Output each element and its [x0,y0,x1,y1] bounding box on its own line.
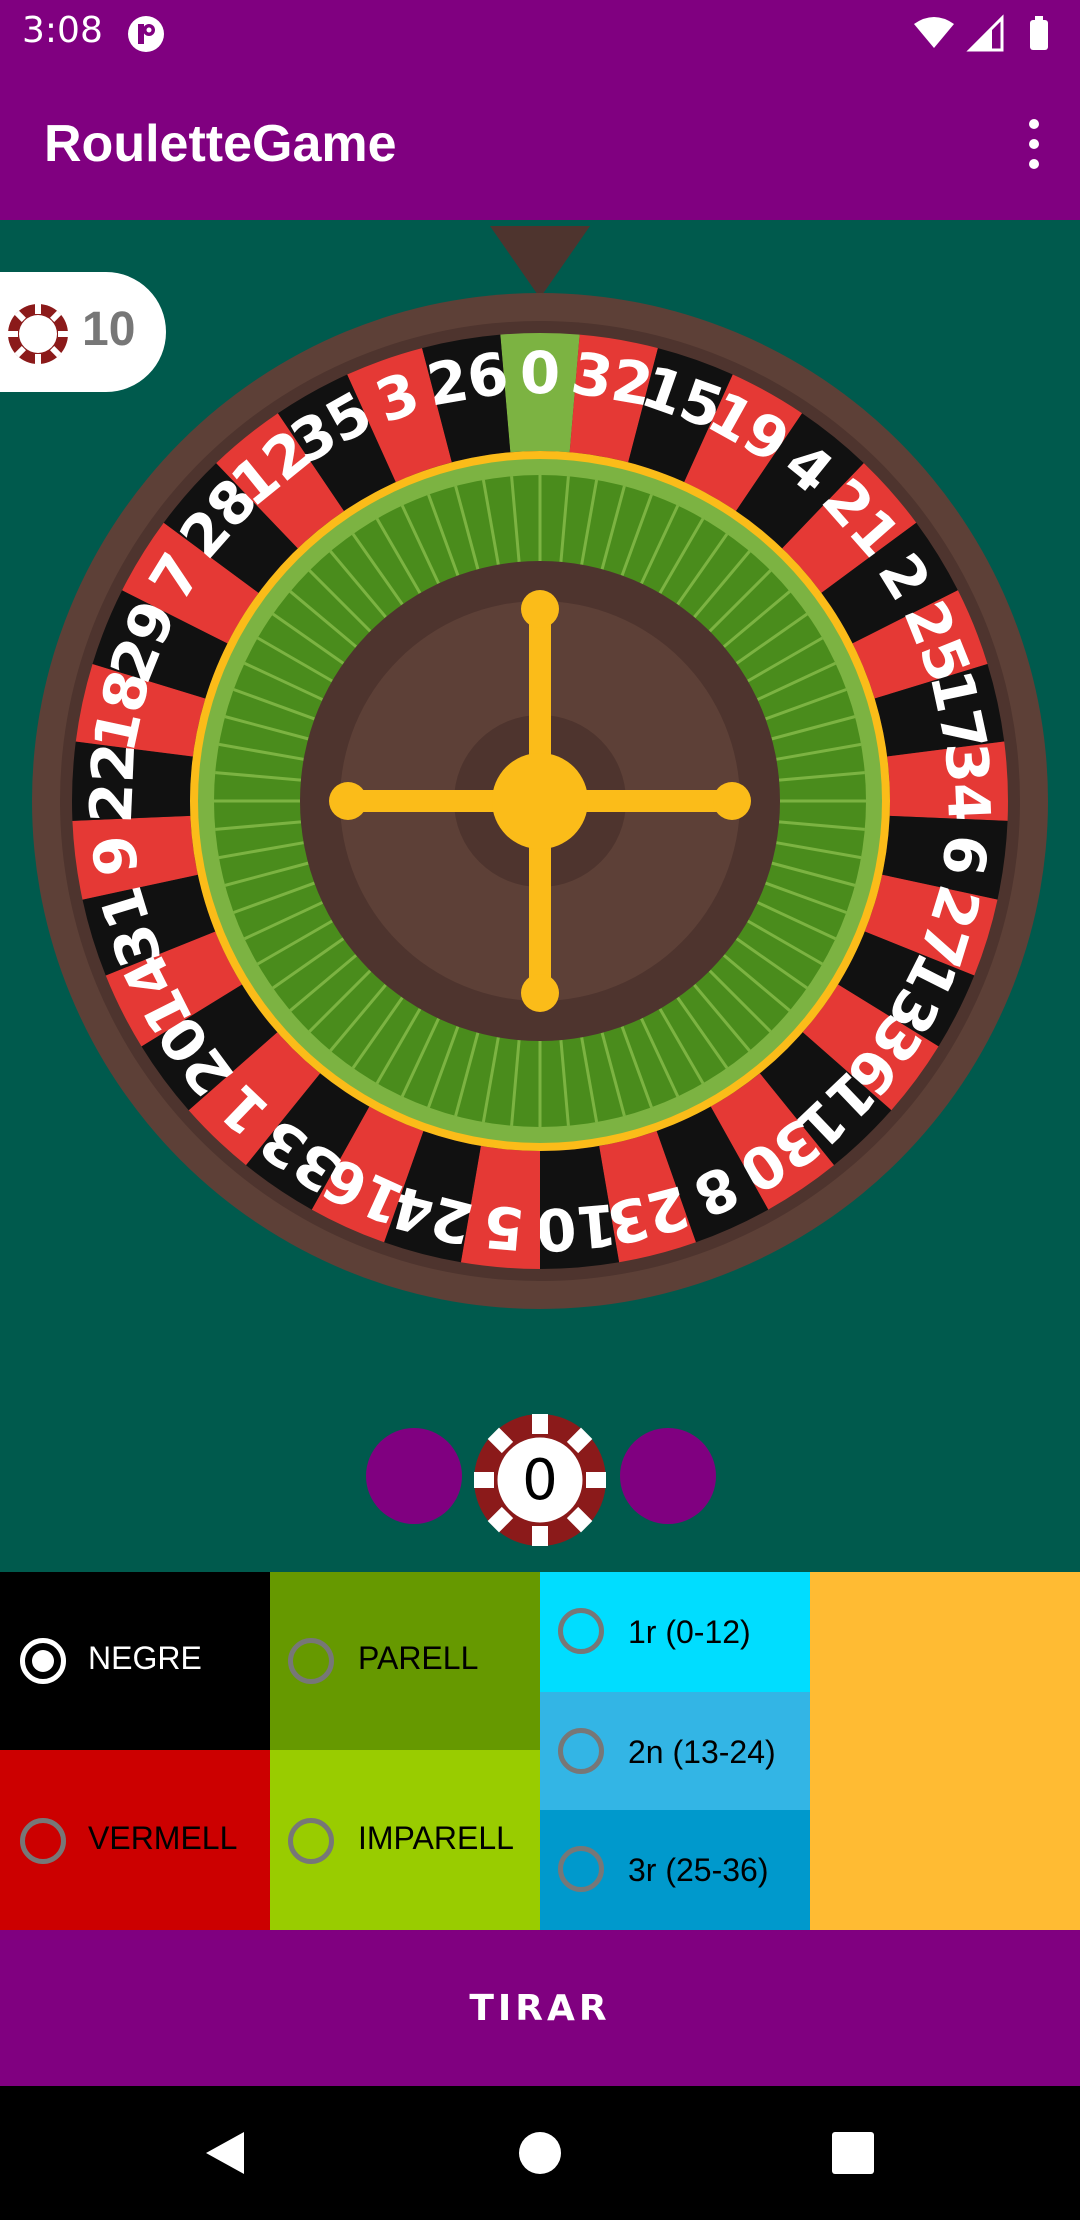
radio-parell[interactable] [288,1638,334,1684]
roulette-wheel: 0 321519421225173462713361130823105241633… [32,226,1048,1309]
bet-imparell[interactable]: IMPARELL [270,1750,540,1930]
wheel-pointer [490,226,590,298]
chip-decrease-button[interactable] [366,1428,462,1524]
back-icon[interactable] [200,2128,250,2178]
spin-button[interactable]: TIRAR [0,1930,1080,2086]
bet-parell[interactable]: PARELL [270,1572,540,1750]
label-negre: NEGRE [88,1640,202,1676]
coin-chip-icon [8,304,68,364]
app-title: RouletteGame [44,115,397,173]
radio-dozen-3[interactable] [558,1846,604,1892]
label-dozen-3: 3r (25-36) [628,1852,769,1888]
label-dozen-1: 1r (0-12) [628,1614,751,1650]
bet-vermell[interactable]: VERMELL [0,1750,270,1930]
wheel-number-label: 6 [928,831,1001,880]
coin-count: 10 [82,303,136,356]
notification-app-icon [128,16,164,52]
radio-imparell[interactable] [288,1818,334,1864]
wheel-number-label: 5 [481,1192,527,1263]
wheel-number-label: 26 [422,339,513,420]
label-parell: PARELL [358,1640,479,1676]
radio-dozen-1[interactable] [558,1608,604,1654]
app-root: 3:08 RouletteGame 0 32 15 19 4 21 2 25 17 34 6 27 13… [0,0,1080,2220]
recents-icon[interactable] [828,2128,878,2178]
status-bar: 3:08 [0,0,1080,66]
bet-negre[interactable]: NEGRE [0,1572,270,1750]
wheel-number-label: 0 [520,339,560,407]
bet-dozen-1[interactable]: 1r (0-12) [540,1572,810,1692]
spin-bar: TIRAR [0,1930,1080,2086]
bet-extra-panel [810,1572,1080,1930]
bet-chip-value: 0 [522,1448,558,1513]
bet-chip[interactable]: 0 [472,1412,608,1548]
bet-options-grid: NEGRE VERMELL PARELL IMPARELL 1r (0-12) … [0,1572,1080,1930]
app-bar: RouletteGame [0,66,1080,220]
game-area: 0 32 15 19 4 21 2 25 17 34 6 27 13 36 11 30 8 23 10 5 24 16 33… [0,220,1080,1572]
label-dozen-2: 2n (13-24) [628,1734,776,1770]
label-vermell: VERMELL [88,1820,238,1856]
home-icon[interactable] [515,2128,565,2178]
coin-badge: 10 [0,272,166,392]
chip-increase-button[interactable] [620,1428,716,1524]
wheel-number-label: 34 [932,741,1003,825]
navigation-bar [0,2086,1080,2220]
radio-negre[interactable] [20,1638,66,1684]
status-time: 3:08 [22,10,103,51]
label-imparell: IMPARELL [358,1820,514,1856]
bet-dozen-3[interactable]: 3r (25-36) [540,1810,810,1930]
bet-dozen-2[interactable]: 2n (13-24) [540,1692,810,1810]
radio-dozen-2[interactable] [558,1728,604,1774]
more-options-icon[interactable] [1014,116,1054,172]
wifi-icon [914,17,954,48]
wheel-number-label: 9 [79,831,152,880]
status-icons [914,14,1048,52]
battery-icon [1030,20,1048,50]
radio-vermell[interactable] [20,1818,66,1864]
wheel-number-label: 10 [533,1190,619,1265]
